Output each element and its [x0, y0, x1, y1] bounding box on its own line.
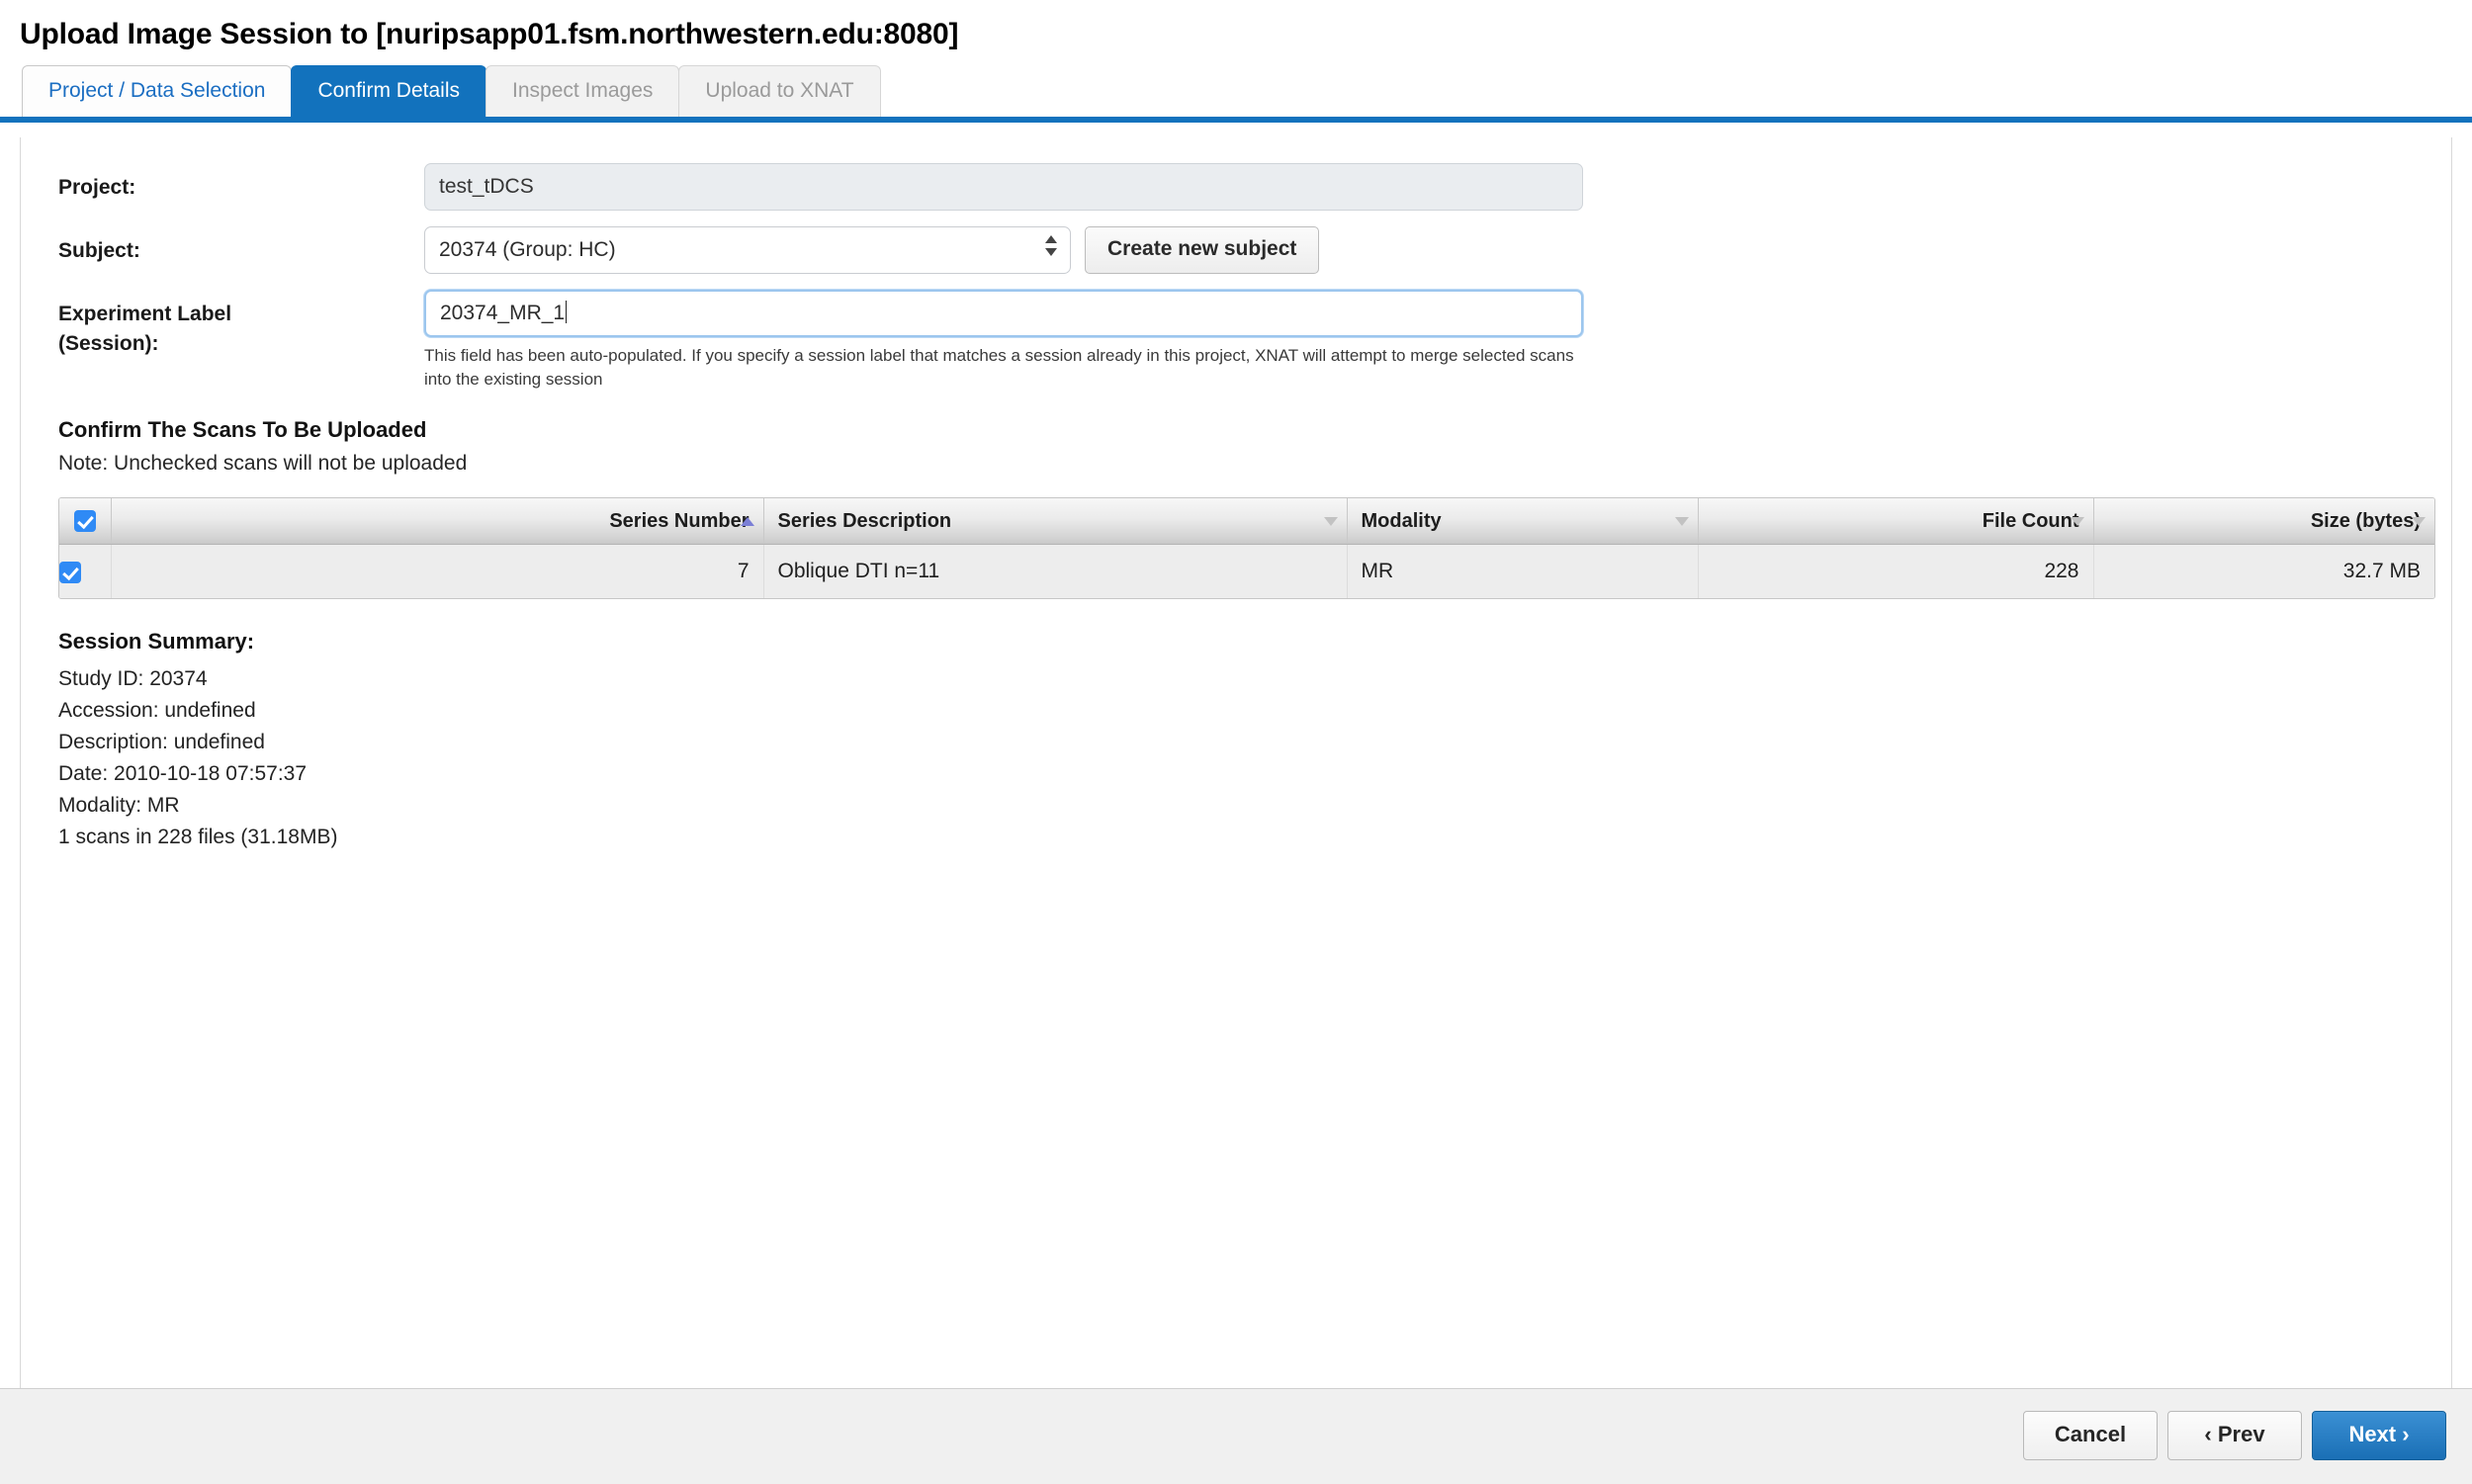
scans-section-header: Confirm The Scans To Be Uploaded Note: U…	[21, 417, 2451, 476]
cell-series-number: 7	[111, 544, 764, 599]
column-label-series-number: Series Number	[609, 509, 750, 532]
create-new-subject-button[interactable]: Create new subject	[1085, 226, 1320, 274]
page-title: Upload Image Session to [nuripsapp01.fsm…	[20, 18, 959, 50]
session-summary: Session Summary: Study ID: 20374 Accessi…	[58, 629, 2451, 852]
summary-line-modality: Modality: MR	[58, 793, 180, 817]
sort-descending-icon	[1323, 517, 1338, 527]
wizard-footer: Cancel ‹ Prev Next ›	[0, 1388, 2472, 1484]
tab-accent-bar	[0, 117, 2472, 123]
experiment-label-help: This field has been auto-populated. If y…	[424, 346, 1574, 390]
next-button[interactable]: Next ›	[2312, 1411, 2446, 1460]
cell-file-count: 228	[1698, 544, 2094, 599]
subject-label: Subject:	[58, 239, 140, 262]
subject-row: Subject: 20374 (Group: HC) Create new su…	[21, 226, 2451, 274]
session-summary-heading: Session Summary:	[58, 629, 255, 655]
experiment-label-row: Experiment Label (Session): 20374_MR_1 T…	[21, 290, 2451, 392]
summary-line-description: Description: undefined	[58, 731, 265, 754]
experiment-label-input[interactable]: 20374_MR_1	[424, 290, 1583, 337]
column-header-file-count[interactable]: File Count	[1698, 498, 2094, 546]
summary-line-accession: Accession: undefined	[58, 699, 256, 723]
summary-line-scan-count: 1 scans in 228 files (31.18MB)	[58, 825, 338, 848]
column-label-modality: Modality	[1361, 509, 1442, 532]
tab-project-data-selection[interactable]: Project / Data Selection	[22, 65, 293, 117]
wizard-tabs: Project / Data Selection Confirm Details I…	[0, 65, 2472, 117]
prev-button[interactable]: ‹ Prev	[2167, 1411, 2302, 1460]
column-header-series-number[interactable]: Series Number	[111, 498, 764, 546]
tab-confirm-details[interactable]: Confirm Details	[291, 65, 486, 117]
subject-select[interactable]: 20374 (Group: HC)	[424, 226, 1071, 274]
table-row[interactable]: 7 Oblique DTI n=11 MR 228 32.7 MB	[59, 544, 2434, 599]
summary-line-date: Date: 2010-10-18 07:57:37	[58, 761, 308, 785]
tab-upload-to-xnat: Upload to XNAT	[678, 65, 881, 117]
scans-section-note: Note: Unchecked scans will not be upload…	[58, 452, 468, 476]
experiment-label-line2: (Session):	[58, 332, 159, 356]
select-all-checkbox[interactable]	[73, 510, 96, 533]
subject-select-wrapper: 20374 (Group: HC)	[424, 226, 1071, 274]
sort-descending-icon	[2070, 517, 2084, 527]
column-label-size-bytes: Size (bytes)	[2310, 509, 2421, 532]
column-label-file-count: File Count	[1982, 509, 2079, 532]
project-input: test_tDCS	[424, 163, 1583, 211]
experiment-label-line1: Experiment Label	[58, 303, 232, 325]
tab-inspect-images: Inspect Images	[486, 65, 680, 117]
select-all-header-cell	[59, 498, 112, 546]
column-label-series-description: Series Description	[777, 509, 952, 532]
cancel-button[interactable]: Cancel	[2023, 1411, 2158, 1460]
cell-modality: MR	[1347, 544, 1699, 599]
sort-ascending-icon	[740, 517, 754, 527]
row-checkbox[interactable]	[59, 561, 81, 583]
summary-line-study-id: Study ID: 20374	[58, 667, 208, 691]
project-label: Project:	[58, 176, 136, 199]
cell-series-description: Oblique DTI n=11	[763, 544, 1348, 599]
project-row: Project: test_tDCS	[21, 163, 2451, 211]
sort-descending-icon	[1674, 517, 1689, 527]
scans-table: Series Number Series Description Modalit…	[59, 498, 2434, 599]
experiment-label-label: Experiment Label (Session):	[21, 290, 424, 360]
experiment-label-value: 20374_MR_1	[440, 302, 566, 324]
sort-descending-icon	[2412, 517, 2426, 527]
column-header-modality[interactable]: Modality	[1347, 498, 1699, 546]
row-select-cell	[59, 544, 112, 599]
cell-size: 32.7 MB	[2093, 544, 2434, 599]
details-form: Project: test_tDCS Subject: 20374 (Group…	[21, 137, 2451, 392]
content-panel: Project: test_tDCS Subject: 20374 (Group…	[20, 137, 2452, 1388]
text-caret	[566, 301, 568, 323]
scans-table-header-row: Series Number Series Description Modalit…	[59, 498, 2434, 546]
column-header-size-bytes[interactable]: Size (bytes)	[2093, 498, 2434, 546]
column-header-series-description[interactable]: Series Description	[763, 498, 1348, 546]
scans-table-wrapper: Series Number Series Description Modalit…	[58, 497, 2435, 600]
scans-section-heading: Confirm The Scans To Be Uploaded	[58, 417, 427, 443]
